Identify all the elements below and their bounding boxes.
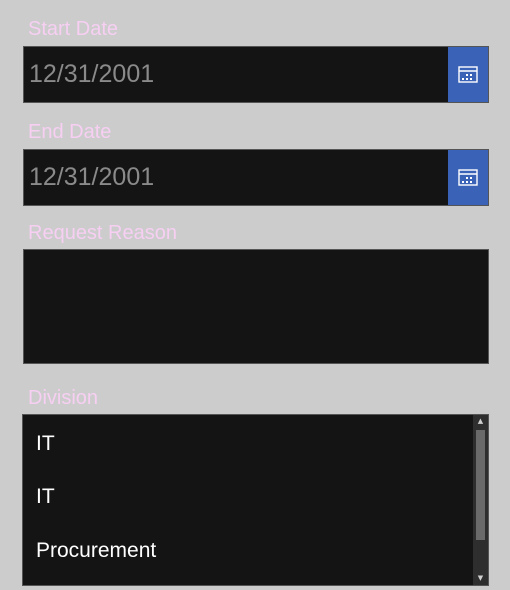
division-listbox[interactable]: IT IT Procurement ▲ ▼ bbox=[22, 414, 489, 586]
end-date-label: End Date bbox=[28, 121, 112, 143]
scroll-up-arrow-icon[interactable]: ▲ bbox=[473, 415, 488, 428]
division-label: Division bbox=[28, 387, 99, 409]
start-date-value[interactable]: 12/31/2001 bbox=[29, 47, 154, 102]
request-reason-textarea[interactable] bbox=[23, 249, 489, 364]
division-option-it-1[interactable]: IT bbox=[36, 431, 55, 457]
scroll-thumb[interactable] bbox=[476, 430, 485, 540]
division-option-procurement[interactable]: Procurement bbox=[36, 538, 156, 564]
end-date-value[interactable]: 12/31/2001 bbox=[29, 150, 154, 205]
end-date-field[interactable]: 12/31/2001 bbox=[23, 149, 489, 206]
calendar-icon bbox=[458, 66, 478, 83]
request-reason-label: Request Reason bbox=[28, 222, 177, 244]
start-date-field[interactable]: 12/31/2001 bbox=[23, 46, 489, 103]
scroll-down-arrow-icon[interactable]: ▼ bbox=[473, 572, 488, 585]
start-date-picker-button[interactable] bbox=[448, 47, 488, 102]
calendar-icon bbox=[458, 169, 478, 186]
start-date-label: Start Date bbox=[28, 18, 119, 40]
division-option-it-2[interactable]: IT bbox=[36, 484, 55, 510]
division-scrollbar[interactable]: ▲ ▼ bbox=[473, 415, 488, 585]
end-date-picker-button[interactable] bbox=[448, 150, 488, 205]
